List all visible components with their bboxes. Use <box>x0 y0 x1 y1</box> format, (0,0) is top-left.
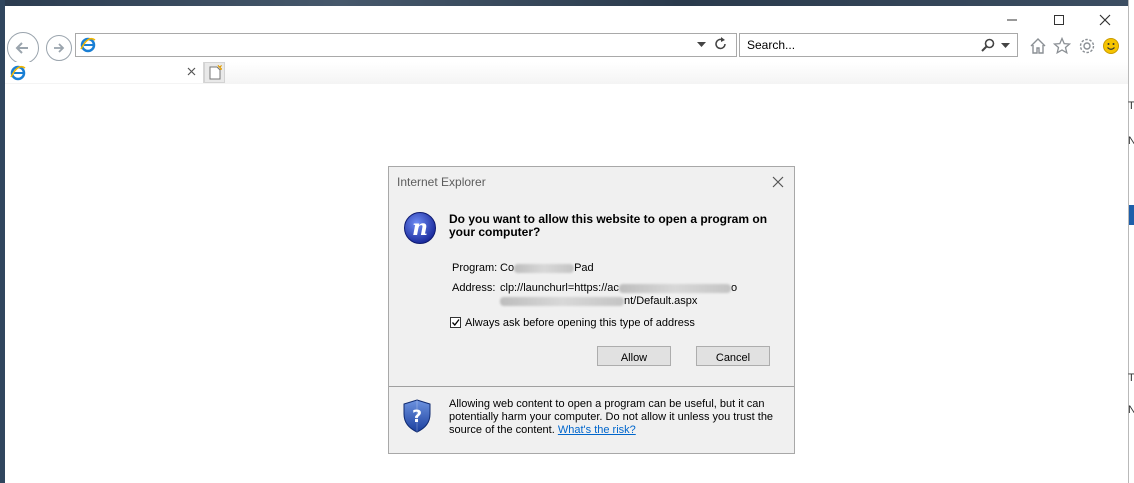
checkmark-icon <box>452 319 460 327</box>
dialog-divider <box>389 386 794 387</box>
home-icon <box>1030 38 1046 54</box>
always-ask-label[interactable]: Always ask before opening this type of a… <box>465 317 695 329</box>
program-label: Program: <box>452 262 498 274</box>
dropdown-arrow-icon <box>697 42 706 47</box>
cancel-button[interactable]: Cancel <box>696 346 770 366</box>
new-tab-icon <box>209 65 222 80</box>
ie-logo-icon <box>10 65 26 81</box>
background-window-text: N <box>1128 135 1134 147</box>
svg-text:?: ? <box>412 407 422 427</box>
tab-bar <box>5 62 1128 84</box>
home-button[interactable] <box>1029 37 1047 55</box>
whats-the-risk-link[interactable]: What's the risk? <box>558 424 636 436</box>
shield-question-icon: ? <box>403 399 431 433</box>
maximize-button[interactable] <box>1045 12 1073 30</box>
address-value-line1: clp://launchurl=https://ac o <box>500 282 738 294</box>
background-window-text: T <box>1128 372 1134 384</box>
always-ask-checkbox[interactable] <box>450 317 461 328</box>
address-value-line2: nt/Default.aspx <box>500 295 697 307</box>
search-input[interactable]: Search... <box>747 38 795 52</box>
new-tab-button[interactable] <box>204 62 225 83</box>
svg-text:n: n <box>412 215 428 241</box>
search-dropdown-icon <box>1001 43 1010 48</box>
background-window-highlight <box>1129 205 1134 225</box>
allow-button[interactable]: Allow <box>597 346 671 366</box>
favorites-button[interactable] <box>1053 37 1071 55</box>
feedback-button[interactable] <box>1102 37 1120 55</box>
dialog-heading: Do you want to allow this website to ope… <box>449 212 768 239</box>
browser-tab[interactable] <box>5 62 204 83</box>
forward-arrow-icon <box>54 43 65 53</box>
close-window-button[interactable] <box>1091 12 1119 30</box>
search-box[interactable]: Search... <box>739 33 1018 57</box>
tools-button[interactable] <box>1078 37 1096 55</box>
address-label: Address: <box>452 282 496 294</box>
tab-close-button[interactable] <box>187 64 196 79</box>
program-app-icon: n <box>404 212 436 244</box>
smiley-icon <box>1103 38 1119 54</box>
navigation-toolbar: Search... <box>5 32 1128 64</box>
search-icon <box>981 38 995 52</box>
close-icon <box>772 176 784 188</box>
refresh-icon <box>715 37 726 50</box>
program-value: Co Pad <box>500 262 594 274</box>
background-window-text: N <box>1128 404 1134 416</box>
close-icon <box>1099 14 1111 26</box>
close-icon <box>187 67 196 76</box>
minimize-button[interactable] <box>998 12 1026 30</box>
address-bar[interactable] <box>75 33 737 57</box>
gear-icon <box>1079 38 1095 54</box>
forward-button[interactable] <box>46 35 72 61</box>
open-program-dialog: Internet Explorer n Do you want to allow… <box>388 166 795 454</box>
minimize-icon <box>1007 19 1017 21</box>
background-window-text: T <box>1128 100 1134 112</box>
back-arrow-icon <box>15 42 28 54</box>
star-icon <box>1053 37 1071 55</box>
back-button[interactable] <box>7 32 39 64</box>
dialog-close-button[interactable] <box>769 173 787 191</box>
maximize-icon <box>1054 15 1064 25</box>
ie-logo-icon <box>80 37 96 53</box>
risk-info-text: Allowing web content to open a program c… <box>449 398 774 436</box>
dialog-title: Internet Explorer <box>397 175 486 189</box>
